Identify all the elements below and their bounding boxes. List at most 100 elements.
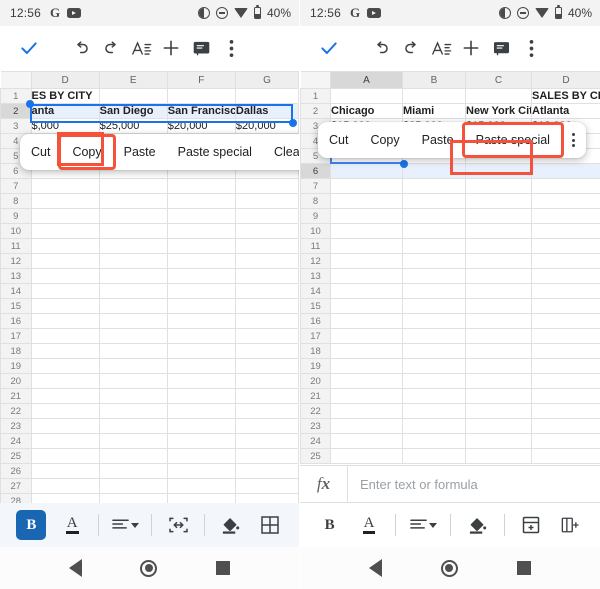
grid-cell[interactable] [331, 89, 403, 104]
column-header-b[interactable]: B [403, 72, 466, 89]
grid-cell[interactable] [31, 194, 99, 209]
home-button-icon[interactable] [441, 560, 458, 577]
table-row[interactable]: 25 [301, 449, 600, 464]
grid-cell[interactable] [403, 299, 466, 314]
menu-item-copy[interactable]: Copy [359, 122, 410, 158]
grid-cell[interactable] [99, 464, 167, 479]
grid-cell[interactable] [466, 254, 532, 269]
grid-cell[interactable] [466, 239, 532, 254]
grid-cell[interactable] [167, 194, 235, 209]
formula-input[interactable]: Enter text or formula [348, 477, 600, 492]
table-row[interactable]: 6 [301, 164, 600, 179]
grid-cell[interactable] [532, 419, 600, 434]
table-row[interactable]: 16 [301, 314, 600, 329]
grid-cell[interactable] [331, 434, 403, 449]
grid-cell[interactable] [532, 284, 600, 299]
grid-cell[interactable] [331, 389, 403, 404]
formula-bar[interactable]: fx Enter text or formula [300, 465, 600, 503]
grid-cell[interactable] [167, 404, 235, 419]
grid-cell[interactable] [167, 419, 235, 434]
grid-cell[interactable] [331, 269, 403, 284]
grid-cell[interactable] [167, 464, 235, 479]
grid-cell[interactable] [235, 299, 298, 314]
row-header-17[interactable]: 17 [1, 329, 32, 344]
table-row[interactable]: 2antaSan DiegoSan FranciscoDallas [1, 104, 299, 119]
grid-cell[interactable] [167, 299, 235, 314]
back-button-icon[interactable] [69, 559, 82, 577]
table-row[interactable]: 22 [301, 404, 600, 419]
row-header-15[interactable]: 15 [301, 299, 331, 314]
row-header-22[interactable]: 22 [1, 404, 32, 419]
grid-cell[interactable] [235, 239, 298, 254]
row-header-20[interactable]: 20 [1, 374, 32, 389]
grid-corner[interactable] [301, 72, 331, 89]
grid-cell[interactable] [167, 314, 235, 329]
grid-cell[interactable] [403, 224, 466, 239]
grid-cell[interactable] [532, 344, 600, 359]
text-format-icon[interactable] [426, 33, 456, 63]
redo-icon[interactable] [396, 33, 426, 63]
grid-cell[interactable] [99, 389, 167, 404]
column-header-g[interactable]: G [235, 72, 298, 89]
grid-cell[interactable]: San Diego [99, 104, 167, 119]
grid-cell[interactable] [31, 404, 99, 419]
grid-cell[interactable] [403, 329, 466, 344]
grid-cell[interactable] [532, 254, 600, 269]
table-row[interactable]: 23 [301, 419, 600, 434]
grid-cell[interactable] [466, 389, 532, 404]
grid-cell[interactable] [532, 209, 600, 224]
grid-cell[interactable] [532, 389, 600, 404]
align-button[interactable] [112, 511, 139, 539]
grid-cell[interactable] [31, 344, 99, 359]
table-row[interactable]: 24 [301, 434, 600, 449]
grid-cell[interactable] [235, 269, 298, 284]
comment-icon[interactable] [186, 33, 216, 63]
row-header-18[interactable]: 18 [301, 344, 331, 359]
grid-cell[interactable]: Chicago [331, 104, 403, 119]
grid-cell[interactable] [331, 359, 403, 374]
row-header-3[interactable]: 3 [1, 119, 32, 134]
grid-cell[interactable]: ES BY CITY [31, 89, 99, 104]
grid-cell[interactable] [31, 389, 99, 404]
grid-cell[interactable] [235, 284, 298, 299]
grid-cell[interactable] [403, 374, 466, 389]
grid-cell[interactable] [403, 194, 466, 209]
grid-cell[interactable] [466, 359, 532, 374]
grid-cell[interactable] [331, 374, 403, 389]
table-row[interactable]: 10 [1, 224, 299, 239]
grid-cell[interactable] [235, 179, 298, 194]
column-header-c[interactable]: C [466, 72, 532, 89]
grid-cell[interactable] [31, 449, 99, 464]
grid-cell[interactable] [466, 164, 532, 179]
grid-cell[interactable] [235, 374, 298, 389]
grid-cell[interactable] [466, 374, 532, 389]
grid-cell[interactable] [331, 209, 403, 224]
table-row[interactable]: 7 [1, 179, 299, 194]
grid-cell[interactable] [403, 179, 466, 194]
grid-cell[interactable] [235, 314, 298, 329]
grid-cell[interactable] [31, 464, 99, 479]
insert-row-button[interactable] [518, 511, 544, 539]
spreadsheet-grid-left[interactable]: DEFG 1ES BY CITY2antaSan DiegoSan Franci… [0, 71, 299, 510]
table-row[interactable]: 21 [301, 389, 600, 404]
more-options-icon[interactable] [216, 33, 246, 63]
grid-cell[interactable] [403, 254, 466, 269]
table-row[interactable]: 23 [1, 419, 299, 434]
grid-cell[interactable] [31, 269, 99, 284]
table-row[interactable]: 1SALES BY CIT [301, 89, 600, 104]
grid-cell[interactable] [167, 389, 235, 404]
grid-cell[interactable] [466, 449, 532, 464]
grid-cell[interactable] [167, 359, 235, 374]
bold-button[interactable]: B [317, 511, 343, 539]
more-options-icon[interactable] [516, 33, 546, 63]
row-header-21[interactable]: 21 [1, 389, 32, 404]
row-header-16[interactable]: 16 [301, 314, 331, 329]
row-header-7[interactable]: 7 [1, 179, 32, 194]
grid-corner[interactable] [1, 72, 32, 89]
grid-cell[interactable] [99, 269, 167, 284]
row-header-2[interactable]: 2 [301, 104, 331, 119]
table-row[interactable]: 21 [1, 389, 299, 404]
grid-cell[interactable] [466, 224, 532, 239]
insert-icon[interactable] [156, 33, 186, 63]
grid-cell[interactable] [235, 404, 298, 419]
